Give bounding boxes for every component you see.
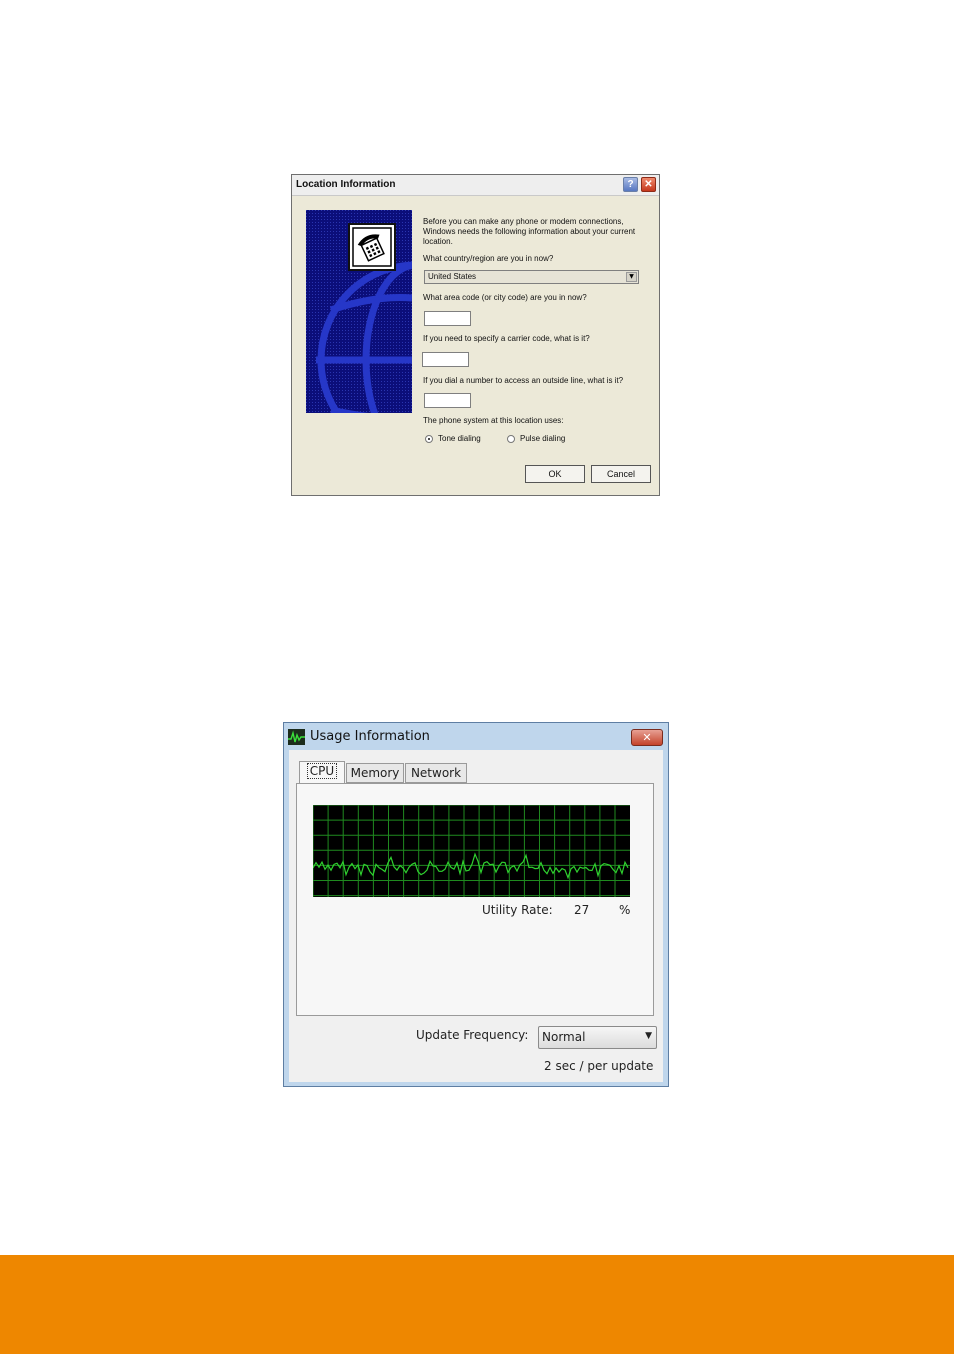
- close-button[interactable]: ✕: [641, 177, 656, 192]
- update-frequency-value: Normal: [542, 1030, 586, 1044]
- cpu-graph-canvas: [312, 804, 630, 897]
- carrier-code-question-label: If you need to specify a carrier code, w…: [423, 334, 590, 343]
- close-button[interactable]: ✕: [631, 729, 663, 746]
- update-frequency-label: Update Frequency:: [416, 1028, 529, 1042]
- location-information-dialog: Location Information ? ✕ Before you can …: [291, 174, 660, 496]
- phone-system-label: The phone system at this location uses:: [423, 416, 564, 425]
- intro-text-line3: location.: [423, 237, 453, 246]
- utility-rate-unit: %: [619, 903, 631, 917]
- usage-information-window: Usage Information ✕ CPU Memory Network U…: [283, 722, 669, 1087]
- intro-text-line1: Before you can make any phone or modem c…: [423, 217, 624, 226]
- cancel-button[interactable]: Cancel: [591, 465, 651, 483]
- update-frequency-select[interactable]: Normal ▼: [538, 1026, 657, 1049]
- pulse-dialing-radio[interactable]: [507, 435, 515, 443]
- tab-memory[interactable]: Memory: [346, 763, 404, 783]
- chevron-down-icon[interactable]: ▼: [645, 1031, 652, 1041]
- cpu-usage-graph: [312, 804, 630, 897]
- window-client-area: CPU Memory Network Utility Rate: 27 % Up…: [289, 750, 663, 1082]
- tone-dialing-radio[interactable]: [425, 435, 433, 443]
- intro-text-line2: Windows needs the following information …: [423, 227, 636, 236]
- utility-rate-value: 27: [574, 903, 590, 917]
- area-code-input[interactable]: [424, 311, 471, 326]
- country-select-value: United States: [428, 272, 477, 281]
- cpu-usage-trace: [312, 852, 629, 880]
- ok-button[interactable]: OK: [525, 465, 585, 483]
- help-button[interactable]: ?: [623, 177, 638, 192]
- telephone-icon: [348, 223, 396, 271]
- window-title: Usage Information: [310, 729, 430, 744]
- dialog-title: Location Information: [296, 179, 396, 190]
- tab-cpu-label: CPU: [306, 763, 338, 779]
- outside-line-question-label: If you dial a number to access an outsid…: [423, 376, 624, 385]
- country-select[interactable]: United States ▼: [424, 270, 639, 284]
- outside-line-input[interactable]: [424, 393, 471, 408]
- tab-cpu[interactable]: CPU: [299, 761, 345, 783]
- tab-network[interactable]: Network: [405, 763, 467, 783]
- area-code-question-label: What area code (or city code) are you in…: [423, 293, 587, 302]
- footer-bar: [0, 1255, 954, 1354]
- chevron-down-icon[interactable]: ▼: [626, 272, 637, 282]
- pulse-dialing-label[interactable]: Pulse dialing: [520, 434, 565, 444]
- globe-telephone-illustration: [306, 210, 412, 413]
- update-interval-note: 2 sec / per update: [544, 1059, 654, 1073]
- tone-dialing-label[interactable]: Tone dialing: [438, 434, 481, 444]
- carrier-code-input[interactable]: [422, 352, 469, 367]
- title-bar: Location Information ? ✕: [292, 175, 659, 196]
- country-question-label: What country/region are you in now?: [423, 254, 554, 263]
- activity-graph-icon: [288, 729, 305, 745]
- utility-rate-label: Utility Rate:: [482, 903, 553, 917]
